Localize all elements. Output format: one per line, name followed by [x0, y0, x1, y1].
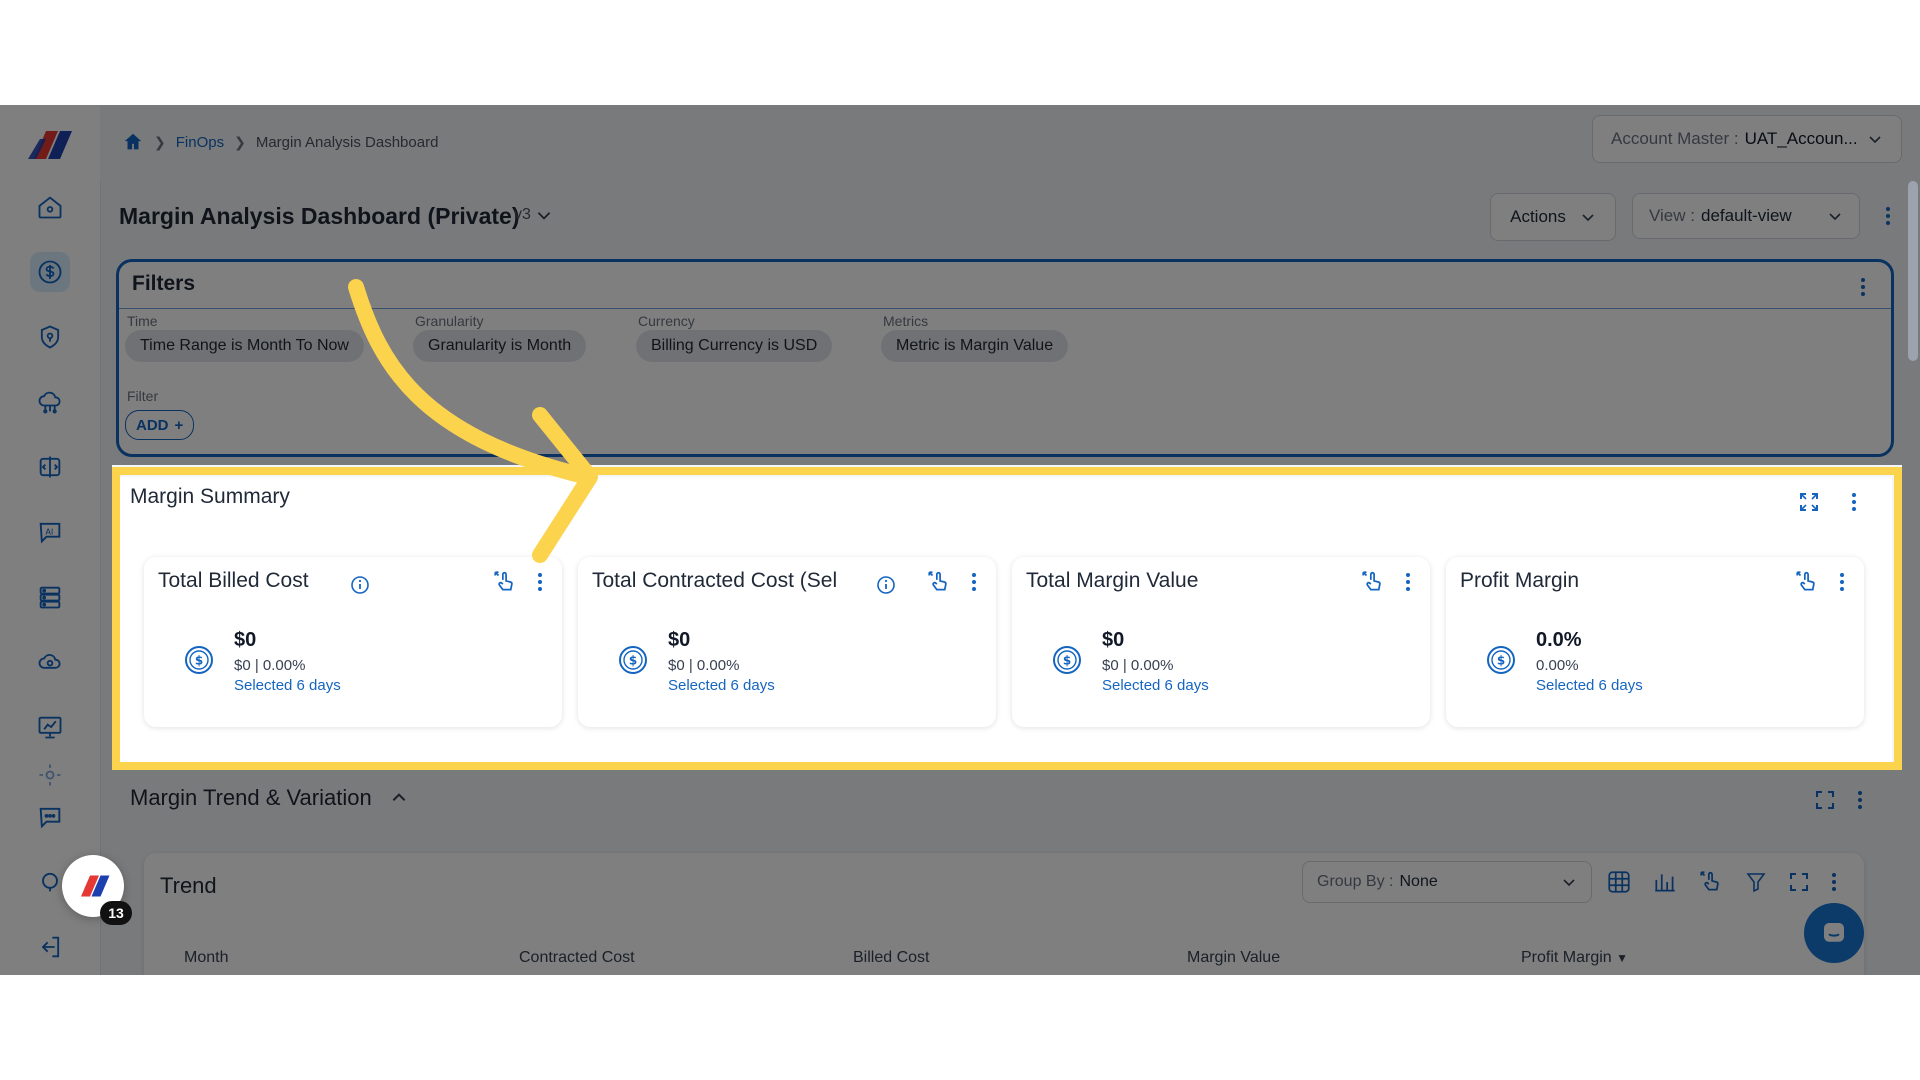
dim-overlay [0, 105, 1920, 465]
dim-overlay [1902, 465, 1920, 770]
brand-logo [81, 875, 110, 897]
dim-overlay [0, 770, 1920, 975]
dim-overlay [0, 465, 112, 770]
page-scrollbar[interactable] [1908, 181, 1918, 361]
app-window: AI ❯ FinOps ❯ Margin Analysis [0, 105, 1920, 975]
notification-badge: 13 [100, 901, 132, 925]
pointer-arrow [348, 279, 598, 563]
